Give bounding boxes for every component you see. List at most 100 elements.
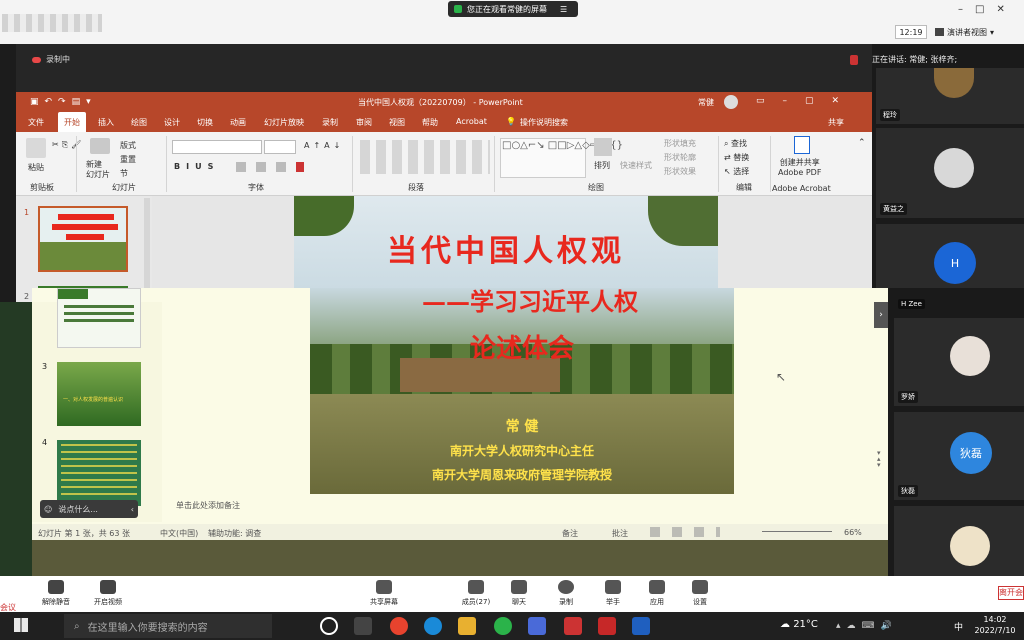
- participant-tile[interactable]: 程玲: [876, 68, 1024, 124]
- shape-outline-button[interactable]: 形状轮廓: [664, 152, 696, 163]
- tab-acrobat[interactable]: Acrobat: [456, 117, 487, 126]
- font-color-controls[interactable]: [236, 162, 336, 172]
- arrange-button[interactable]: 排列: [594, 160, 610, 171]
- share-button[interactable]: 共享: [828, 117, 844, 128]
- file-explorer-icon[interactable]: [458, 617, 476, 635]
- wps-icon[interactable]: [564, 617, 582, 635]
- ime-indicator[interactable]: 中: [954, 620, 963, 633]
- window-controls[interactable]: –□✕: [958, 4, 1017, 15]
- bold-button[interactable]: B: [174, 162, 186, 171]
- shapes-gallery[interactable]: □○△⌐↘ □□▷△◇⇨ ☆{}: [500, 138, 623, 178]
- participant-tile[interactable]: 狄磊 狄磊: [894, 412, 1024, 500]
- tab-record[interactable]: 录制: [322, 117, 338, 128]
- quick-access-icons[interactable]: ▣↶↷▤▾: [30, 97, 97, 107]
- paragraph-controls[interactable]: [360, 140, 490, 174]
- quick-styles-button[interactable]: 快速样式: [620, 160, 652, 171]
- caj-icon[interactable]: [598, 617, 616, 635]
- notes-placeholder[interactable]: 单击此处添加备注: [176, 500, 240, 511]
- tab-review[interactable]: 审阅: [356, 117, 372, 128]
- tab-design[interactable]: 设计: [164, 117, 180, 128]
- comments-button[interactable]: 批注: [612, 528, 628, 539]
- share-screen-button[interactable]: 共享屏幕: [362, 580, 406, 607]
- layout-button[interactable]: 版式: [120, 140, 136, 151]
- recording-indicator[interactable]: 录制中: [32, 54, 70, 65]
- tab-transitions[interactable]: 切换: [197, 117, 213, 128]
- paste-button[interactable]: 粘贴: [28, 162, 44, 173]
- cut-copy-icons[interactable]: ✂⎘🖌: [52, 140, 84, 150]
- chevron-up-icon[interactable]: ⌃: [858, 138, 866, 148]
- tab-draw[interactable]: 绘图: [131, 117, 147, 128]
- settings-button[interactable]: 设置: [678, 580, 722, 607]
- chat-button[interactable]: 聊天: [497, 580, 541, 607]
- thumbnail-scrollbar[interactable]: [144, 198, 150, 298]
- unmute-button[interactable]: 解除静音: [34, 580, 78, 607]
- apps-button[interactable]: 应用: [635, 580, 679, 607]
- system-tray-icons[interactable]: ▴☁⌨🔊: [836, 621, 898, 631]
- raise-hand-button[interactable]: 举手: [591, 580, 635, 607]
- chevron-left-icon[interactable]: ‹: [131, 505, 134, 514]
- shape-fill-button[interactable]: 形状填充: [664, 138, 696, 149]
- tab-file[interactable]: 文件: [28, 117, 44, 128]
- tell-me-search[interactable]: 操作说明搜索: [520, 117, 568, 128]
- record-button[interactable]: 录制: [544, 580, 588, 607]
- participant-tile[interactable]: 罗娇: [894, 318, 1024, 406]
- chrome-icon[interactable]: [390, 617, 408, 635]
- scroll-arrows[interactable]: ▾ ▴ ▾: [877, 450, 881, 469]
- avatar-icon[interactable]: [724, 95, 738, 109]
- select-button[interactable]: ↖ 选择: [724, 166, 749, 177]
- task-view-icon[interactable]: [354, 617, 372, 635]
- italic-button[interactable]: I: [186, 162, 195, 171]
- vertical-scrollbar[interactable]: [858, 196, 872, 302]
- find-button[interactable]: ⌕ 查找: [724, 138, 747, 149]
- edge-icon[interactable]: [424, 617, 442, 635]
- tab-help[interactable]: 帮助: [422, 117, 438, 128]
- tencent-meeting-icon[interactable]: [632, 617, 650, 635]
- language-indicator[interactable]: 中文(中国): [160, 528, 198, 539]
- app-icon[interactable]: [528, 617, 546, 635]
- participant-tile[interactable]: H Zee: [894, 292, 1024, 312]
- participant-tile[interactable]: H: [876, 224, 1024, 288]
- start-video-button[interactable]: 开启视频: [86, 580, 130, 607]
- tab-home[interactable]: 开始: [58, 112, 86, 132]
- chat-input-bubble[interactable]: ☺ 说点什么... ‹: [40, 500, 138, 518]
- accessibility-indicator[interactable]: 辅助功能: 调查: [208, 528, 261, 539]
- slide-thumbnail-4[interactable]: [57, 440, 141, 506]
- slide-thumbnail-1[interactable]: [38, 206, 128, 272]
- font-style-buttons[interactable]: BIUS: [174, 162, 219, 171]
- participant-tile[interactable]: 黄益之: [876, 128, 1024, 218]
- font-size-grow-shrink-icons[interactable]: A↑A↓: [304, 141, 344, 150]
- font-size-input[interactable]: [264, 140, 296, 154]
- tab-insert[interactable]: 插入: [98, 117, 114, 128]
- window-controls[interactable]: ▭–▢✕: [756, 96, 857, 106]
- font-name-input[interactable]: [172, 140, 262, 154]
- tab-animations[interactable]: 动画: [230, 117, 246, 128]
- cortana-icon[interactable]: [320, 617, 338, 635]
- weather-widget[interactable]: ☁ 21°C: [780, 619, 818, 630]
- participant-tile[interactable]: [894, 506, 1024, 576]
- strike-button[interactable]: S: [208, 162, 220, 171]
- zoom-level[interactable]: 66%: [844, 528, 862, 537]
- wechat-icon[interactable]: [494, 617, 512, 635]
- zoom-slider[interactable]: [762, 531, 832, 532]
- notes-button[interactable]: 备注: [562, 528, 578, 539]
- section-button[interactable]: 节: [120, 168, 128, 179]
- members-button[interactable]: 成员(27): [454, 580, 498, 607]
- view-mode-button[interactable]: 演讲者视图 ▾: [935, 25, 1009, 39]
- emoji-icon[interactable]: ☺: [44, 505, 52, 514]
- menu-icon[interactable]: ☰: [560, 5, 567, 14]
- underline-button[interactable]: U: [195, 162, 208, 171]
- screen-share-banner[interactable]: 您正在观看常健的屏幕 ☰: [448, 1, 578, 17]
- tab-view[interactable]: 视图: [389, 117, 405, 128]
- leave-meeting-button[interactable]: 离开会: [998, 586, 1024, 600]
- taskbar-clock[interactable]: 14:02 2022/7/10: [970, 614, 1020, 636]
- collapse-panel-chevron[interactable]: ›: [874, 302, 888, 328]
- reset-button[interactable]: 重置: [120, 154, 136, 165]
- new-slide-button[interactable]: 新建 幻灯片: [86, 160, 110, 180]
- slide-thumbnail-3[interactable]: 一、对人权发展的普遍认识: [57, 362, 141, 426]
- shape-effects-button[interactable]: 形状效果: [664, 166, 696, 177]
- replace-button[interactable]: ⇄ 替换: [724, 152, 749, 163]
- create-pdf-button[interactable]: 创建并共享 Adobe PDF: [778, 158, 821, 178]
- slide-thumbnail-2[interactable]: [57, 288, 141, 348]
- taskbar-search[interactable]: ⌕ 在这里输入你要搜索的内容: [64, 614, 272, 638]
- windows-start-icon[interactable]: [14, 618, 28, 632]
